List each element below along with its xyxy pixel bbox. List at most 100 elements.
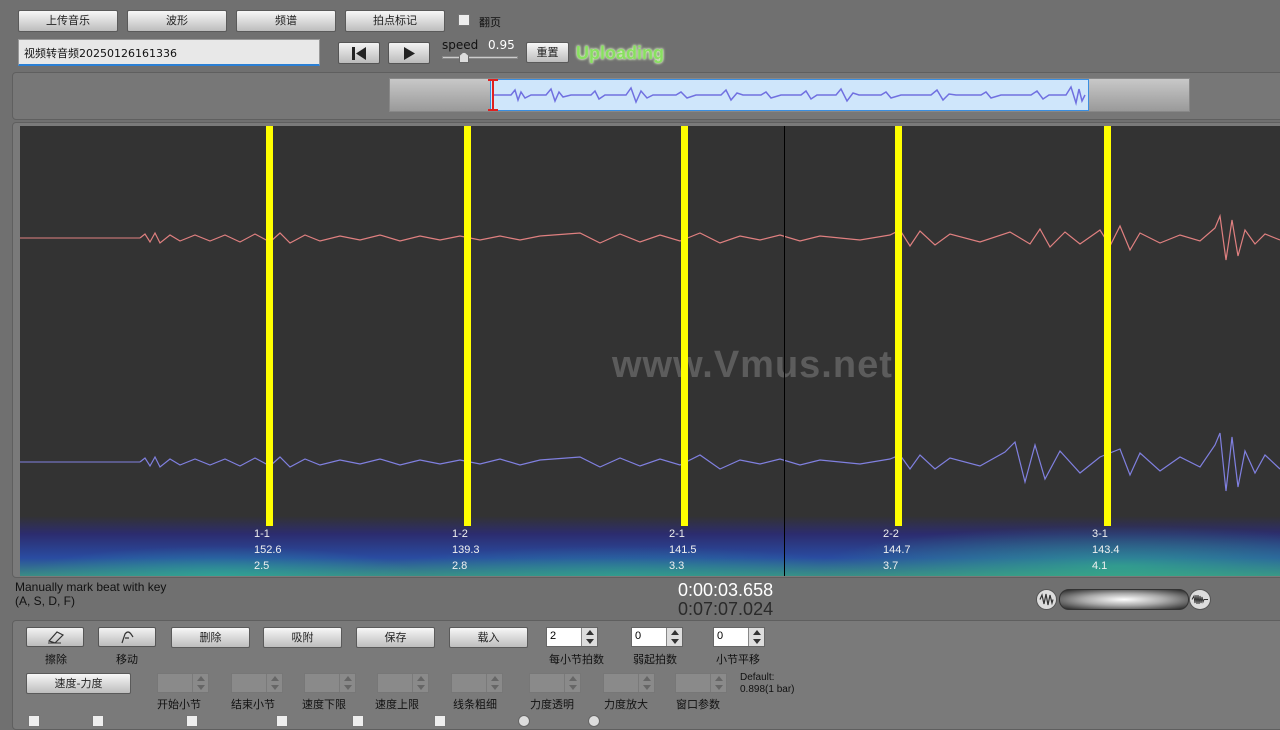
beat-label: 1-1 <box>254 528 270 540</box>
beat-label: 2-1 <box>669 528 685 540</box>
watermark: www.Vmus.net <box>612 344 893 386</box>
erase-button[interactable] <box>26 627 84 647</box>
start-bar-stepper[interactable] <box>157 673 209 693</box>
default-value: 0.898(1 bar) <box>740 684 795 695</box>
speed-slider-track <box>442 56 518 59</box>
spectrum-button[interactable]: 频谱 <box>236 10 336 32</box>
overview-waveform <box>493 85 1086 106</box>
move-button[interactable] <box>98 627 156 647</box>
bottom-option-checkbox[interactable] <box>186 715 198 727</box>
waveform-canvas[interactable]: www.Vmus.net <box>20 126 1280 576</box>
page-flip-checkbox[interactable] <box>458 14 470 26</box>
play-button[interactable] <box>388 42 430 64</box>
beat-label-group: 2-1 141.5 3.3 <box>669 526 697 574</box>
speed-force-button[interactable]: 速度-力度 <box>26 673 131 694</box>
beat-time: 3.7 <box>883 560 899 572</box>
overview-selection[interactable] <box>490 79 1089 111</box>
window-param-stepper[interactable] <box>675 673 727 693</box>
bottom-option-checkbox[interactable] <box>276 715 288 727</box>
erase-label: 擦除 <box>45 653 67 666</box>
hint-line2: (A, S, D, F) <box>15 594 75 608</box>
overview-playhead[interactable] <box>492 79 494 111</box>
bottom-option-radio[interactable] <box>588 715 600 727</box>
beat-line[interactable] <box>1104 126 1111 526</box>
bottom-option-checkbox[interactable] <box>352 715 364 727</box>
upload-music-button[interactable]: 上传音乐 <box>18 10 118 32</box>
zoom-slider[interactable] <box>1059 589 1189 610</box>
bar-shift-value: 0 <box>717 630 724 642</box>
bottom-option-radio[interactable] <box>518 715 530 727</box>
beat-label-group: 1-2 139.3 2.8 <box>452 526 480 574</box>
spectrum-band <box>20 516 1280 576</box>
stepper-arrows-icon[interactable] <box>339 674 355 692</box>
upper-waveform <box>20 213 1280 261</box>
beat-bpm: 144.7 <box>883 544 911 556</box>
reset-button[interactable]: 重置 <box>526 42 569 63</box>
current-time: 0:00:03.658 <box>678 580 774 600</box>
load-button[interactable]: 载入 <box>449 627 528 648</box>
end-bar-stepper[interactable] <box>231 673 283 693</box>
page-flip-label: 翻页 <box>479 16 501 29</box>
waveform-button[interactable]: 波形 <box>127 10 227 32</box>
pickup-label: 弱起拍数 <box>633 653 677 666</box>
beat-label: 3-1 <box>1092 528 1108 540</box>
speed-lower-stepper[interactable] <box>304 673 356 693</box>
bottom-option-checkbox[interactable] <box>28 715 40 727</box>
stepper-arrows-icon[interactable] <box>192 674 208 692</box>
stepper-arrows-icon[interactable] <box>486 674 502 692</box>
zoom-out-icon[interactable] <box>1036 589 1057 610</box>
filename-text: 视频转音频20250126161336 <box>24 47 177 60</box>
overview-playhead-cap-bottom <box>488 109 498 111</box>
speed-label: speed <box>442 38 479 52</box>
bottom-option-checkbox[interactable] <box>434 715 446 727</box>
beat-bpm: 139.3 <box>452 544 480 556</box>
beat-line[interactable] <box>266 126 273 526</box>
beat-label: 1-2 <box>452 528 468 540</box>
speed-upper-label: 速度上限 <box>375 698 419 711</box>
filename-field[interactable]: 视频转音频20250126161336 <box>18 39 320 66</box>
stepper-arrows-icon[interactable] <box>666 628 682 646</box>
beat-label-group: 1-1 152.6 2.5 <box>254 526 282 574</box>
beats-per-bar-label: 每小节拍数 <box>549 653 604 666</box>
line-width-stepper[interactable] <box>451 673 503 693</box>
beat-line[interactable] <box>895 126 902 526</box>
pickup-value: 0 <box>635 630 642 642</box>
beats-per-bar-stepper[interactable]: 2 <box>546 627 598 647</box>
upload-status: Uploading <box>576 43 664 63</box>
stepper-arrows-icon[interactable] <box>412 674 428 692</box>
beat-time: 2.5 <box>254 560 270 572</box>
play-icon <box>404 47 415 60</box>
start-bar-label: 开始小节 <box>157 698 201 711</box>
beat-line[interactable] <box>681 126 688 526</box>
beat-line[interactable] <box>464 126 471 526</box>
save-button[interactable]: 保存 <box>356 627 435 648</box>
overview-playhead-cap-top <box>488 79 498 81</box>
canvas-playhead[interactable] <box>784 126 785 576</box>
force-zoom-stepper[interactable] <box>603 673 655 693</box>
snap-button[interactable]: 吸附 <box>263 627 342 648</box>
default-label: Default: <box>740 672 775 683</box>
move-label: 移动 <box>116 653 138 666</box>
skip-to-start-button[interactable] <box>338 42 380 64</box>
speed-slider[interactable] <box>442 52 518 66</box>
delete-button[interactable]: 删除 <box>171 627 250 648</box>
force-alpha-label: 力度透明 <box>530 698 574 711</box>
stepper-arrows-icon[interactable] <box>564 674 580 692</box>
stepper-arrows-icon[interactable] <box>710 674 726 692</box>
stepper-arrows-icon[interactable] <box>638 674 654 692</box>
stepper-arrows-icon[interactable] <box>581 628 597 646</box>
bar-shift-stepper[interactable]: 0 <box>713 627 765 647</box>
speed-value: 0.95 <box>488 38 515 52</box>
speed-lower-label: 速度下限 <box>302 698 346 711</box>
stepper-arrows-icon[interactable] <box>748 628 764 646</box>
bottom-option-checkbox[interactable] <box>92 715 104 727</box>
force-alpha-stepper[interactable] <box>529 673 581 693</box>
stepper-arrows-icon[interactable] <box>266 674 282 692</box>
beat-mark-button[interactable]: 拍点标记 <box>345 10 445 32</box>
zoom-in-icon[interactable] <box>1189 589 1211 610</box>
beat-label-group: 3-1 143.4 4.1 <box>1092 526 1120 574</box>
speed-slider-thumb[interactable] <box>459 52 469 63</box>
pickup-stepper[interactable]: 0 <box>631 627 683 647</box>
speed-upper-stepper[interactable] <box>377 673 429 693</box>
force-zoom-label: 力度放大 <box>604 698 648 711</box>
